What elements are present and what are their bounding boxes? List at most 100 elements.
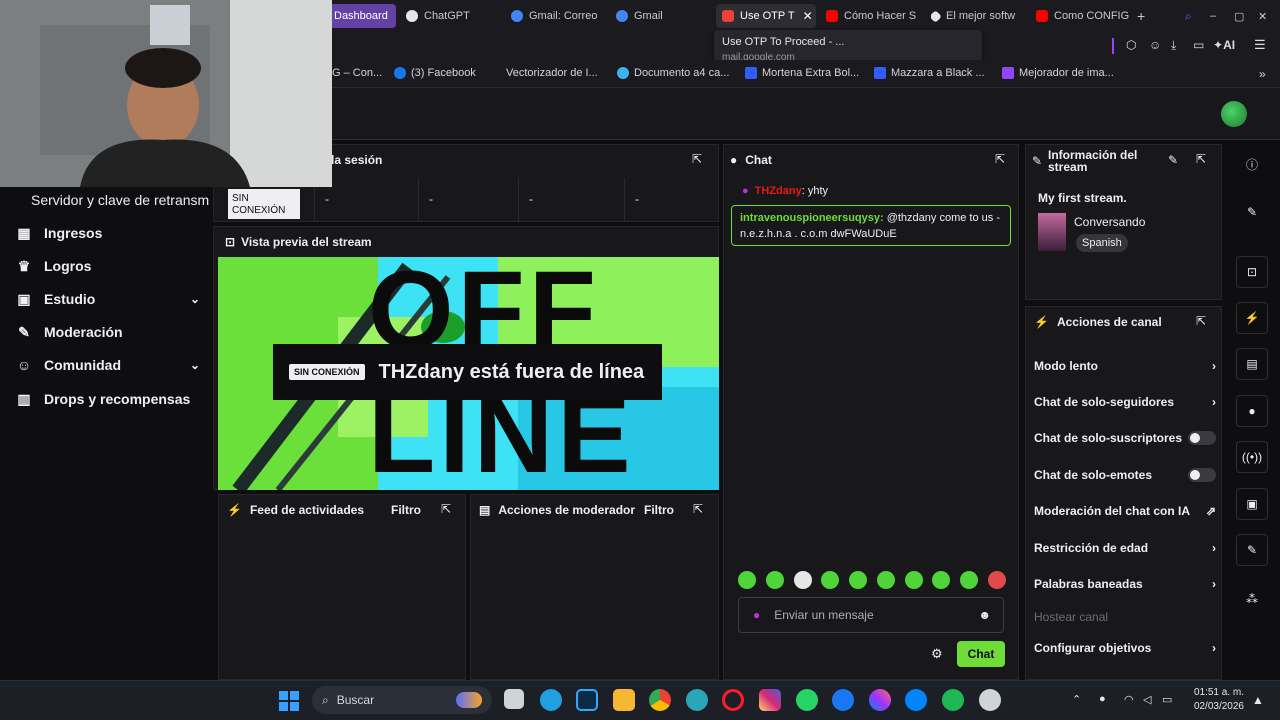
new-tab-icon[interactable]: + [1137,4,1151,28]
bookmark-item[interactable]: (3) Facebook [394,67,476,79]
chevron-up-icon[interactable]: ⌃ [1072,693,1081,706]
spotify-icon[interactable] [942,689,964,711]
emote-button[interactable] [793,571,812,589]
bookmark-item[interactable]: G – Con... [332,67,382,79]
task-view-icon[interactable] [504,689,524,709]
broadcast-icon[interactable]: ((•)) [1236,441,1268,473]
feed-filter-button[interactable]: Filtro [391,503,421,517]
windows-start-icon[interactable] [279,691,299,711]
volume-icon[interactable]: ◁ [1143,693,1151,706]
menu-icon[interactable]: ☰ [1254,37,1266,53]
tab-mejor-software[interactable]: El mejor softw [931,4,1027,28]
settings-app-icon[interactable] [979,689,1001,711]
chrome-icon[interactable] [649,689,671,711]
maximize-icon[interactable]: ▢ [1234,4,1248,28]
minimize-icon[interactable]: – [1210,4,1224,28]
emote-button[interactable] [821,571,840,589]
popout-icon[interactable]: ⇱ [441,502,451,516]
mic-tray-icon[interactable]: ● [1099,693,1106,705]
bolt-icon[interactable]: ⚡ [1236,302,1268,334]
edge-icon[interactable] [540,689,562,711]
tab-dashboard[interactable]: Dashboard [326,4,396,28]
ai-button[interactable]: ✦ AI [1213,38,1235,52]
taskbar-search[interactable]: ⌕ Buscar [312,686,492,714]
bookmark-item[interactable]: Documento a4 ca... [617,67,729,79]
folder-icon[interactable] [613,689,635,711]
camera-icon[interactable]: ▣ [1236,488,1268,520]
edit-pencil-icon[interactable]: ✎ [1168,153,1178,167]
chat-input[interactable]: ● Enviar un mensaje ☻ [738,597,1004,633]
emote-button[interactable] [765,571,784,589]
tab-como-hacer[interactable]: Cómo Hacer S [826,4,922,28]
info-icon[interactable]: ⓘ [1236,148,1268,180]
mod-filter-button[interactable]: Filtro [644,503,674,517]
emote-button[interactable] [932,571,951,589]
action-ai-moderation[interactable]: Moderación del chat con IA ⇗ [1034,504,1216,518]
opera-icon[interactable] [722,689,744,711]
sidebar-item-moderacion[interactable]: ✎ Moderación [16,324,200,340]
system-clock[interactable]: 01:51 a. m. 02/03/2026 [1188,686,1244,714]
chat-username[interactable]: THZdany [755,185,802,197]
emote-button[interactable] [849,571,868,589]
notes-icon[interactable]: ▤ [1236,348,1268,380]
facebook-icon[interactable] [832,689,854,711]
chat-icon[interactable]: ● [1236,395,1268,427]
emote-button[interactable] [904,571,923,589]
app-icon[interactable] [686,689,708,711]
language-tag[interactable]: Spanish [1076,234,1128,252]
search-tabs-icon[interactable]: ⌕ [1185,4,1199,28]
emote-button[interactable] [987,571,1006,589]
bookmark-item[interactable]: Mejorador de ima... [1002,67,1114,79]
instagram-icon[interactable] [759,689,781,711]
chat-username[interactable]: intravenouspioneersuqysy: [740,212,884,224]
popout-icon[interactable]: ⇱ [692,152,702,166]
action-set-goals[interactable]: Configurar objetivos › [1034,641,1216,655]
wifi-icon[interactable]: ◠ [1124,693,1134,706]
bookmark-item[interactable]: Vectorizador de I... [506,67,598,79]
emoji-icon[interactable]: ☻ [978,608,991,622]
action-age-restriction[interactable]: Restricción de edad › [1034,541,1216,555]
sidebar-item-ingresos[interactable]: ▦ Ingresos [16,225,200,241]
tab-use-otp[interactable]: Use OTP T ✕ [716,4,816,28]
close-tab-icon[interactable]: ✕ [803,9,813,23]
popout-icon[interactable]: ⇱ [1196,314,1206,328]
messenger-icon[interactable] [869,689,891,711]
sidebar-item-comunidad[interactable]: ☺ Comunidad ⌄ [16,357,200,373]
notification-bell-icon[interactable]: ▲ [1252,693,1264,707]
action-banned-words[interactable]: Palabras baneadas › [1034,577,1216,591]
profile-icon[interactable]: ☺ [1149,38,1161,52]
tab-gmail-correo[interactable]: Gmail: Correo [511,4,607,28]
chat-settings-gear-icon[interactable]: ⚙ [931,646,943,662]
subs-only-toggle[interactable] [1188,431,1216,445]
emote-only-toggle[interactable] [1188,468,1216,482]
battery-icon[interactable]: ▭ [1193,38,1204,52]
close-window-icon[interactable]: ✕ [1258,4,1272,28]
clip-icon[interactable]: ⊡ [1236,256,1268,288]
popout-icon[interactable]: ⇱ [1196,152,1206,166]
battery-tray-icon[interactable]: ▭ [1162,693,1172,706]
photoshop-icon[interactable] [576,689,598,711]
bookmarks-overflow-icon[interactable]: » [1259,67,1266,81]
popout-icon[interactable]: ⇱ [693,502,703,516]
tab-gmail[interactable]: Gmail [616,4,712,28]
edit-icon[interactable]: ✎ [1236,196,1268,228]
whatsapp-icon[interactable] [796,689,818,711]
sidebar-item-drops[interactable]: ▥ Drops y recompensas [16,391,200,407]
bookmark-item[interactable]: Mazzara a Black ... [874,67,985,79]
sidebar-item-estudio[interactable]: ▣ Estudio ⌄ [16,291,200,307]
wrench-icon[interactable]: ✎ [1236,534,1268,566]
category-name[interactable]: Conversando [1074,215,1145,229]
download-icon[interactable]: ⤓ [1171,38,1176,53]
sidebar-item-logros[interactable]: ♛ Logros [16,258,200,274]
emote-button[interactable] [960,571,979,589]
emote-button[interactable] [738,571,756,589]
emote-button[interactable] [876,571,895,589]
bookmark-item[interactable]: Mortena Extra Bol... [745,67,859,79]
sidebar-item-stream-key[interactable]: Servidor y clave de retransm [31,192,209,208]
popout-icon[interactable]: ⇱ [995,152,1005,166]
action-slow-mode[interactable]: Modo lento › [1034,359,1216,373]
tab-como-config[interactable]: Como CONFIG [1036,4,1132,28]
extensions-icon[interactable]: ⁂ [1236,583,1268,615]
avatar[interactable] [1221,101,1247,127]
chat-send-button[interactable]: Chat [957,641,1005,667]
